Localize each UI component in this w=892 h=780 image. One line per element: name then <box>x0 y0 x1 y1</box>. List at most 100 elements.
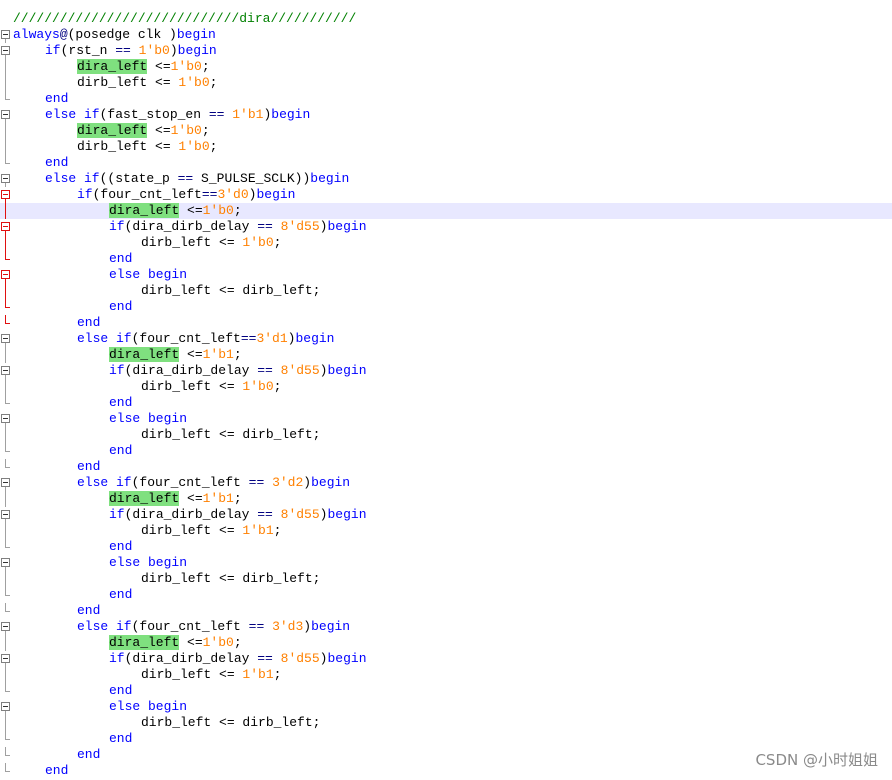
fold-toggle-icon[interactable] <box>1 270 10 279</box>
fold-guide <box>5 299 6 307</box>
highlighted-identifier: dira_left <box>77 59 148 74</box>
code-token: == <box>257 507 273 522</box>
code-token: == <box>257 363 273 378</box>
code-token: /////////////////////////////dira///////… <box>13 11 357 26</box>
code-token: 1'b1 <box>232 107 264 122</box>
fold-toggle-icon[interactable] <box>1 110 10 119</box>
fold-guide <box>5 539 6 547</box>
code-token: else if <box>45 171 100 186</box>
fold-toggle-icon[interactable] <box>1 414 10 423</box>
fold-toggle-icon[interactable] <box>1 510 10 519</box>
fold-toggle-icon[interactable] <box>1 334 10 343</box>
code-line: dirb_left <= 1'b0; <box>0 75 892 91</box>
code-token: begin <box>295 331 335 346</box>
code-token: == <box>257 651 273 666</box>
code-text: dirb_left <= 1'b1; <box>141 667 281 683</box>
fold-toggle-icon[interactable] <box>1 222 10 231</box>
code-line: end <box>0 395 892 411</box>
fold-toggle-icon[interactable] <box>1 366 10 375</box>
code-token: begin <box>271 107 311 122</box>
code-token: end <box>77 315 101 330</box>
fold-end-tick <box>5 259 10 260</box>
fold-toggle-icon[interactable] <box>1 174 10 183</box>
code-token: <= <box>179 635 203 650</box>
code-text: dira_left <=1'b1; <box>109 347 242 363</box>
fold-guide <box>5 235 6 251</box>
code-token: @ <box>59 27 68 42</box>
code-text: end <box>77 315 100 331</box>
fold-toggle-icon[interactable] <box>1 478 10 487</box>
code-token: dirb_left <= <box>141 667 243 682</box>
fold-guide <box>5 731 6 739</box>
code-line: end <box>0 683 892 699</box>
fold-toggle-icon[interactable] <box>1 46 10 55</box>
fold-guide <box>5 251 6 259</box>
code-text: end <box>77 459 100 475</box>
fold-toggle-icon[interactable] <box>1 654 10 663</box>
code-line: end <box>0 443 892 459</box>
code-line: if(dira_dirb_delay == 8'd55)begin <box>0 219 892 235</box>
code-text: else if(four_cnt_left == 3'd2)begin <box>77 475 350 491</box>
code-text: else begin <box>109 555 187 571</box>
code-token: 3'd2 <box>272 475 304 490</box>
highlighted-identifier: dira_left <box>77 123 148 138</box>
fold-end-tick <box>5 771 10 772</box>
code-text: dirb_left <= dirb_left; <box>141 715 320 731</box>
fold-guide <box>5 747 6 755</box>
code-line: else begin <box>0 699 892 715</box>
code-text: end <box>109 731 132 747</box>
code-token: == <box>240 331 257 346</box>
code-line: dirb_left <= dirb_left; <box>0 283 892 299</box>
code-token: begin <box>327 507 367 522</box>
code-token: else if <box>45 107 100 122</box>
code-line: if(dira_dirb_delay == 8'd55)begin <box>0 363 892 379</box>
code-token: if <box>109 507 125 522</box>
code-token: end <box>109 395 133 410</box>
code-token: end <box>45 155 69 170</box>
fold-guide <box>5 443 6 451</box>
fold-guide <box>5 427 6 443</box>
code-line: else if(fast_stop_en == 1'b1)begin <box>0 107 892 123</box>
code-token: begin <box>327 363 367 378</box>
fold-end-tick <box>5 467 10 468</box>
code-text: dira_left <=1'b0; <box>77 123 210 139</box>
fold-guide <box>5 571 6 587</box>
code-token: ; <box>233 347 242 362</box>
code-token: else begin <box>109 699 188 714</box>
fold-toggle-icon[interactable] <box>1 190 10 199</box>
code-token: end <box>109 251 133 266</box>
code-line: end <box>0 539 892 555</box>
code-text: else begin <box>109 411 187 427</box>
fold-toggle-icon[interactable] <box>1 702 10 711</box>
code-token: else if <box>77 619 132 634</box>
fold-guide <box>5 155 6 163</box>
code-editor[interactable]: /////////////////////////////dira///////… <box>0 0 892 780</box>
code-line: dirb_left <= dirb_left; <box>0 427 892 443</box>
fold-guide <box>5 667 6 683</box>
fold-toggle-icon[interactable] <box>1 30 10 39</box>
code-text: else begin <box>109 267 187 283</box>
fold-toggle-icon[interactable] <box>1 558 10 567</box>
fold-guide <box>5 315 6 323</box>
code-token: if <box>77 187 93 202</box>
code-token: <= <box>147 123 171 138</box>
code-token: ) <box>303 619 312 634</box>
code-line: else if(four_cnt_left == 3'd3)begin <box>0 619 892 635</box>
code-line: dirb_left <= dirb_left; <box>0 715 892 731</box>
code-token: if <box>109 363 125 378</box>
code-token: always <box>13 27 60 42</box>
code-token: (four_cnt_left <box>131 619 249 634</box>
fold-guide <box>5 75 6 91</box>
fold-toggle-icon[interactable] <box>1 622 10 631</box>
code-text: dirb_left <= dirb_left; <box>141 571 320 587</box>
code-line: dira_left <=1'b0; <box>0 59 892 75</box>
code-token: <= <box>179 203 203 218</box>
code-text: dirb_left <= dirb_left; <box>141 283 320 299</box>
code-text: dira_left <=1'b0; <box>77 59 210 75</box>
code-text: else begin <box>109 699 187 715</box>
code-text: end <box>45 155 68 171</box>
code-token: begin <box>311 619 351 634</box>
